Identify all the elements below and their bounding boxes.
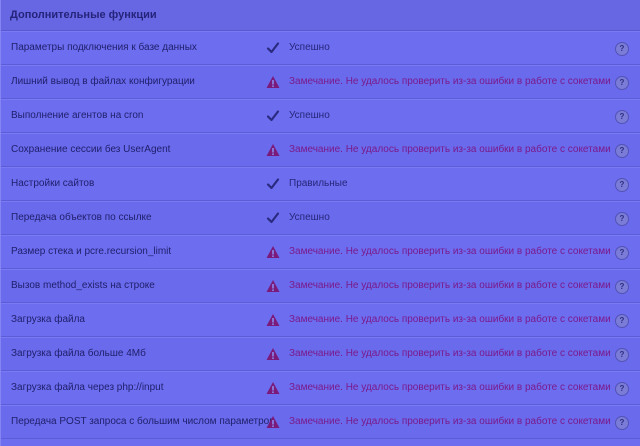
check-status: Замечание. Не удалось проверить из-за ош…: [289, 348, 611, 359]
warning-icon: [266, 381, 280, 395]
check-row: Лишний вывод в файлах конфигурации Замеча…: [1, 65, 640, 99]
help-icon[interactable]: ?: [615, 314, 629, 328]
check-name: Выполнение агентов на cron: [11, 110, 144, 121]
additional-functions-panel: Дополнительные функции Параметры подключ…: [0, 0, 640, 446]
check-row: Параметры подключения к базе данных Успеш…: [1, 31, 640, 65]
check-icon: [266, 109, 280, 123]
help-icon[interactable]: ?: [615, 212, 629, 226]
check-name: Вызов method_exists на строке: [11, 280, 155, 291]
check-status: Замечание. Не удалось проверить из-за ош…: [289, 280, 611, 291]
section-title: Дополнительные функции: [1, 0, 640, 31]
check-name: Лишний вывод в файлах конфигурации: [11, 76, 195, 87]
check-name: Передача POST запроса с большим числом п…: [11, 416, 275, 427]
help-icon[interactable]: ?: [615, 416, 629, 430]
help-icon[interactable]: ?: [615, 144, 629, 158]
check-name: Сохранение сессии без UserAgent: [11, 144, 171, 155]
check-row: Передача объектов по ссылке Успешно?: [1, 201, 640, 235]
help-icon[interactable]: ?: [615, 42, 629, 56]
warning-icon: [266, 415, 280, 429]
check-row: Настройки сайтов Правильные?: [1, 167, 640, 201]
check-status: Замечание. Не удалось проверить из-за ош…: [289, 144, 611, 155]
check-name: Размер стека и pcre.recursion_limit: [11, 246, 172, 257]
check-row: Передача POST запроса с большим числом п…: [1, 405, 640, 439]
check-status: Замечание. Не удалось проверить из-за ош…: [289, 416, 611, 427]
check-status: Правильные: [289, 178, 348, 189]
check-row: Размер стека и pcre.recursion_limit Замеч…: [1, 235, 640, 269]
help-icon[interactable]: ?: [615, 348, 629, 362]
help-icon[interactable]: ?: [615, 246, 629, 260]
check-row: Загрузка файла через php://input Замечани…: [1, 371, 640, 405]
check-row: Загрузка файла больше 4Мб Замечание. Не у…: [1, 337, 640, 371]
check-icon: [266, 41, 280, 55]
check-status: Замечание. Не удалось проверить из-за ош…: [289, 382, 611, 393]
help-icon[interactable]: ?: [615, 178, 629, 192]
check-icon: [266, 177, 280, 191]
check-name: Параметры подключения к базе данных: [11, 42, 197, 53]
warning-icon: [266, 279, 280, 293]
warning-icon: [266, 75, 280, 89]
check-status: Успешно: [289, 110, 330, 121]
checks-list: Параметры подключения к базе данных Успеш…: [1, 31, 640, 439]
check-name: Передача объектов по ссылке: [11, 212, 152, 223]
help-icon[interactable]: ?: [615, 382, 629, 396]
check-status: Успешно: [289, 212, 330, 223]
check-status: Замечание. Не удалось проверить из-за ош…: [289, 314, 611, 325]
help-icon[interactable]: ?: [615, 280, 629, 294]
check-name: Загрузка файла через php://input: [11, 382, 164, 393]
help-icon[interactable]: ?: [615, 76, 629, 90]
check-status: Успешно: [289, 42, 330, 53]
check-icon: [266, 211, 280, 225]
check-status: Замечание. Не удалось проверить из-за ош…: [289, 76, 611, 87]
check-row: Загрузка файла Замечание. Не удалось пров…: [1, 303, 640, 337]
check-row: Выполнение агентов на cron Успешно?: [1, 99, 640, 133]
check-name: Загрузка файла больше 4Мб: [11, 348, 146, 359]
check-status: Замечание. Не удалось проверить из-за ош…: [289, 246, 611, 257]
check-name: Загрузка файла: [11, 314, 85, 325]
check-row: Вызов method_exists на строке Замечание. …: [1, 269, 640, 303]
warning-icon: [266, 347, 280, 361]
check-row: Сохранение сессии без UserAgent Замечание…: [1, 133, 640, 167]
help-icon[interactable]: ?: [615, 110, 629, 124]
warning-icon: [266, 313, 280, 327]
warning-icon: [266, 245, 280, 259]
check-name: Настройки сайтов: [11, 178, 95, 189]
warning-icon: [266, 143, 280, 157]
